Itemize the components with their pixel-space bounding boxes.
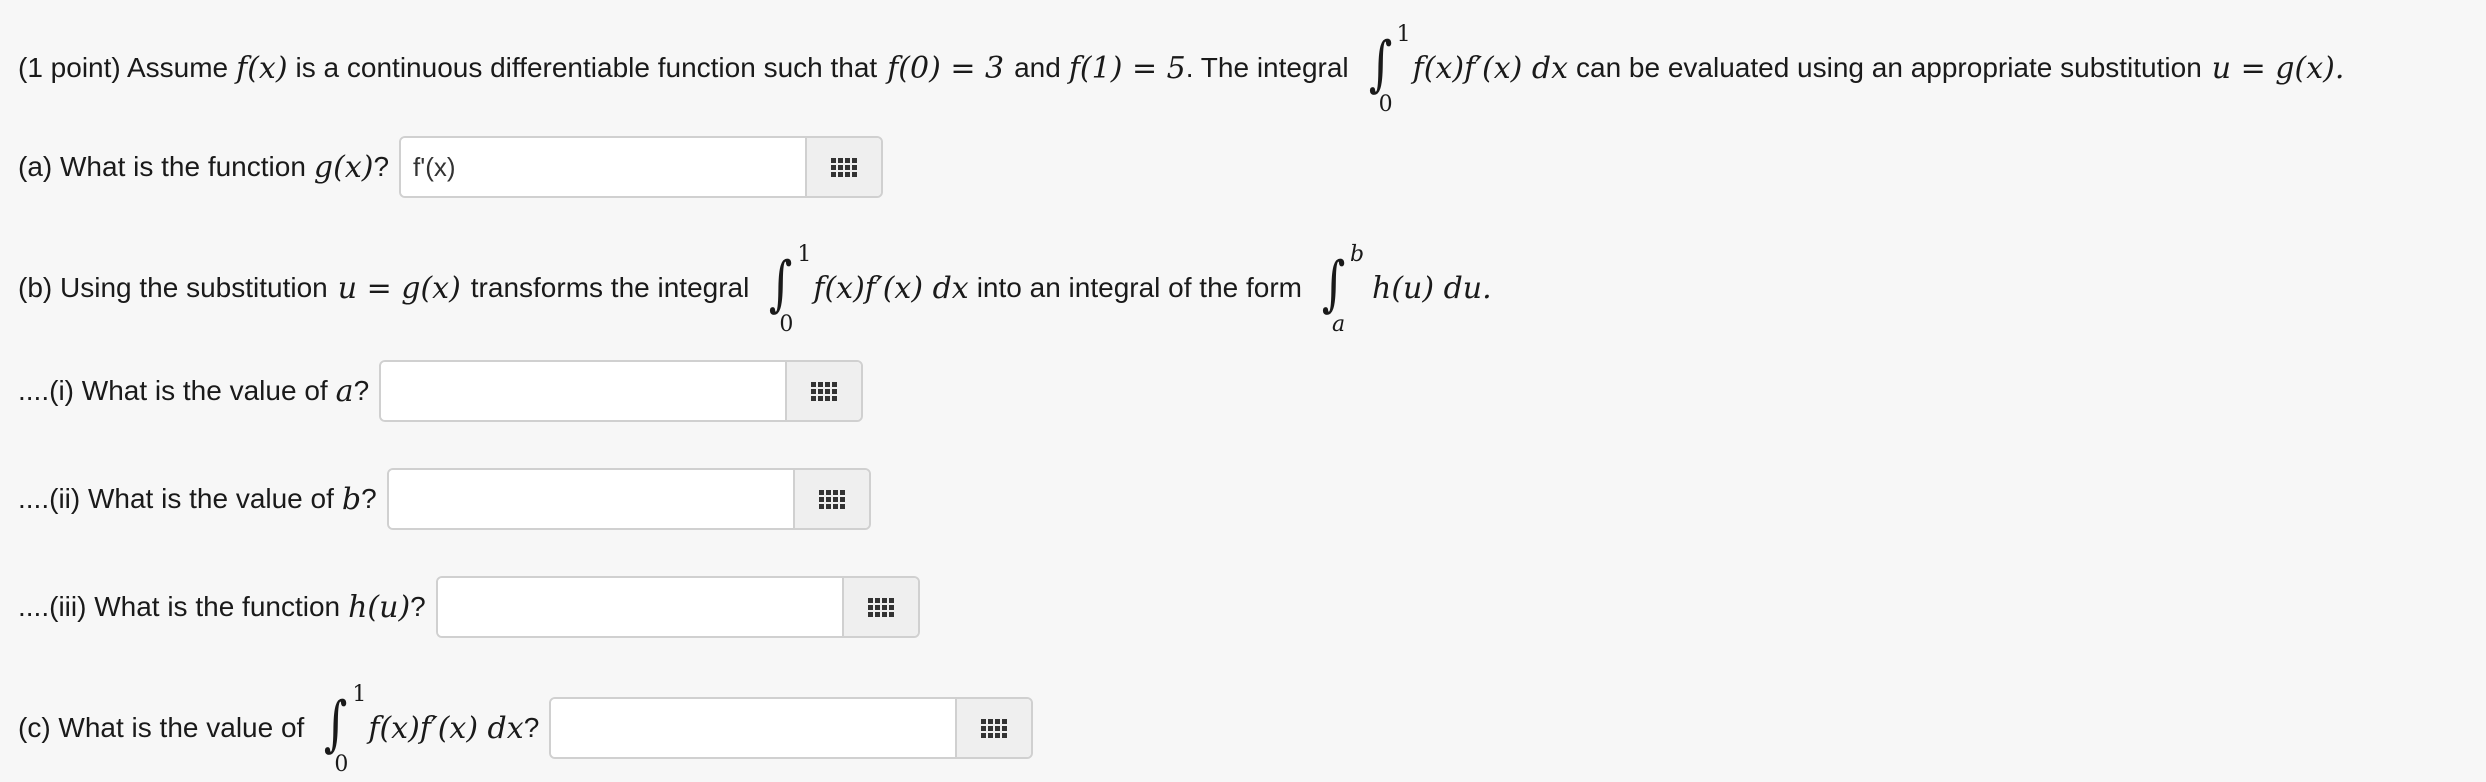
- part-b-i-symbol: a: [335, 373, 354, 409]
- integral-lower: a: [1332, 312, 1346, 337]
- integral-upper: b: [1350, 242, 1365, 267]
- part-a-symbol: g(x): [313, 149, 374, 185]
- part-b-i-answer: [379, 360, 864, 422]
- part-b-iii-qmark: ?: [410, 591, 426, 622]
- intro-substitution: u = g(x).: [2211, 50, 2345, 86]
- part-a-palette-button[interactable]: [805, 138, 882, 196]
- part-b-label-mid: transforms the integral: [470, 272, 750, 303]
- part-b-label-form: into an integral of the form: [976, 272, 1302, 303]
- intro-integral: ∫ 1 0: [1359, 22, 1411, 117]
- part-c-input[interactable]: [551, 699, 956, 757]
- part-b-ii-palette-button[interactable]: [792, 470, 869, 528]
- part-b-ii-symbol: b: [341, 481, 362, 517]
- part-b-iii-input[interactable]: [437, 578, 842, 636]
- integral-sign: ∫: [769, 249, 793, 319]
- part-a-qmark: ?: [373, 151, 390, 182]
- part-c-qmark: ?: [523, 712, 540, 743]
- part-c-integrand: f(x)f′(x) dx: [368, 710, 524, 746]
- part-b-form-integral: ∫ b a: [1312, 242, 1364, 337]
- integral-upper: 1: [352, 682, 367, 707]
- equation-palette-icon: [867, 597, 894, 617]
- part-b-ii: ....(ii) What is the value of b ?: [18, 468, 871, 530]
- part-b-iii-palette-button[interactable]: [841, 578, 918, 636]
- part-b-integrand: f(x)f′(x) dx: [813, 270, 969, 306]
- part-b-i-palette-button[interactable]: [785, 362, 862, 420]
- part-c-answer: [549, 697, 1034, 759]
- integral-sign: ∫: [1368, 29, 1393, 99]
- intro-suffix: can be evaluated using an appropriate su…: [1576, 52, 2202, 83]
- intro-mid: is a continuous differentiable function …: [295, 52, 878, 83]
- intro-integrand: f(x)f′(x) dx: [1412, 50, 1568, 86]
- part-b-ii-label: ....(ii) What is the value of: [18, 483, 334, 514]
- part-b-ii-qmark: ?: [361, 483, 377, 514]
- part-b-i-input[interactable]: [381, 362, 786, 420]
- intro-and: and: [1014, 52, 1061, 83]
- integral-lower: 0: [1378, 92, 1393, 117]
- part-a-label: (a) What is the function: [18, 151, 306, 182]
- part-b-i: ....(i) What is the value of a ?: [18, 360, 864, 422]
- integral-upper: 1: [1396, 22, 1411, 47]
- intro-cond1: f(0) = 3: [887, 50, 1005, 86]
- integral-upper: 1: [797, 242, 812, 267]
- part-b-label-prefix: (b) Using the substitution: [18, 272, 328, 303]
- equation-palette-icon: [818, 489, 845, 509]
- part-b-iii: ....(iii) What is the function h(u) ?: [18, 576, 920, 638]
- problem-statement: (1 point) Assume f(x) is a continuous di…: [18, 20, 2345, 117]
- part-b-integral: ∫ 1 0: [759, 242, 811, 337]
- intro-f: f(x): [236, 50, 288, 86]
- intro-cond2: f(1) = 5: [1068, 50, 1186, 86]
- part-a: (a) What is the function g(x) ?: [18, 136, 884, 198]
- part-b-form-integrand: h(u) du.: [1372, 270, 1492, 306]
- part-b-ii-answer: [386, 468, 871, 530]
- integral-sign: ∫: [324, 689, 348, 759]
- part-c-integral: ∫ 1 0: [314, 682, 366, 777]
- integral-lower: 0: [779, 312, 794, 337]
- intro-integral-label: . The integral: [1185, 52, 1349, 83]
- part-b-iii-answer: [435, 576, 920, 638]
- part-b-iii-label: ....(iii) What is the function: [18, 591, 341, 622]
- part-c-label: (c) What is the value of: [18, 712, 305, 743]
- intro-prefix: (1 point) Assume: [18, 52, 229, 83]
- part-a-input[interactable]: [401, 138, 806, 196]
- part-b: (b) Using the substitution u = g(x) tran…: [18, 240, 1492, 337]
- part-b-ii-input[interactable]: [388, 470, 793, 528]
- equation-palette-icon: [831, 157, 858, 177]
- part-b-substitution: u = g(x): [337, 270, 461, 306]
- part-b-i-qmark: ?: [353, 375, 370, 406]
- equation-palette-icon: [811, 381, 838, 401]
- part-c-palette-button[interactable]: [955, 699, 1032, 757]
- part-c: (c) What is the value of ∫ 1 0 f(x)f′(x)…: [18, 680, 1034, 777]
- part-a-answer: [399, 136, 884, 198]
- part-b-iii-symbol: h(u): [348, 589, 411, 625]
- part-b-i-label: ....(i) What is the value of: [18, 375, 328, 406]
- integral-sign: ∫: [1321, 249, 1346, 319]
- integral-lower: 0: [334, 752, 349, 777]
- equation-palette-icon: [981, 718, 1008, 738]
